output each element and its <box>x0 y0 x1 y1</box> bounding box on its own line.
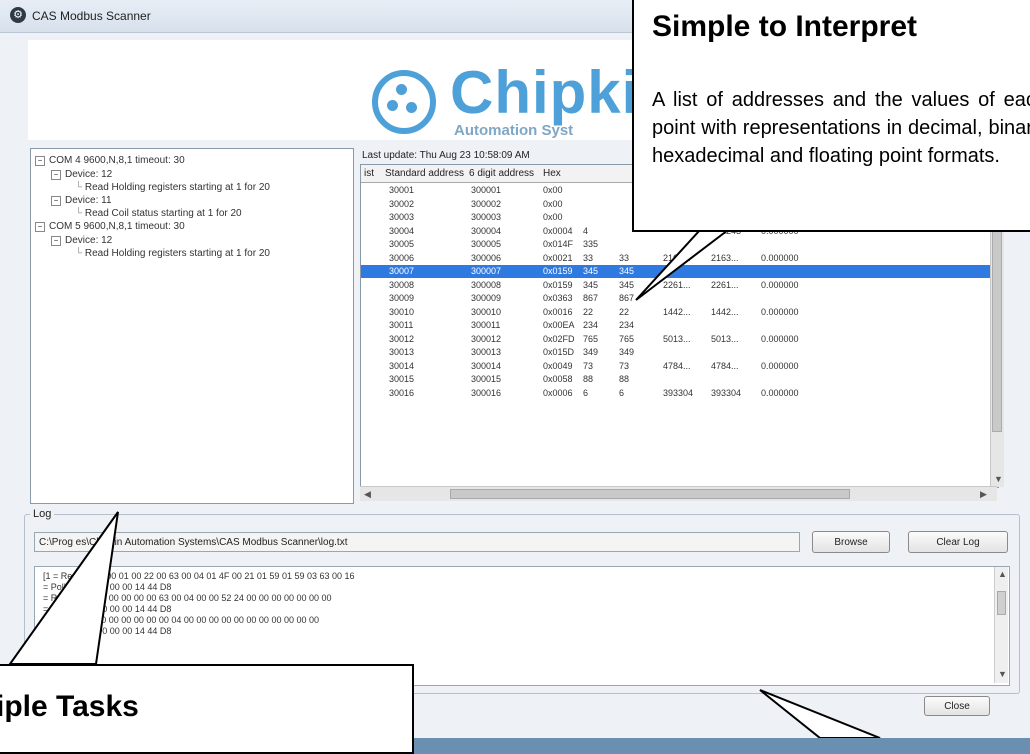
callout-body: A list of addresses and the values of ea… <box>652 89 1030 167</box>
callout-simple-to-interpret: Simple to Interpret A list of addresses … <box>632 0 1030 232</box>
callout-title: Simple to Interpret <box>652 10 918 43</box>
callout-title: iple Tasks <box>0 690 139 723</box>
callout-multiple-tasks: iple Tasks <box>0 664 414 754</box>
